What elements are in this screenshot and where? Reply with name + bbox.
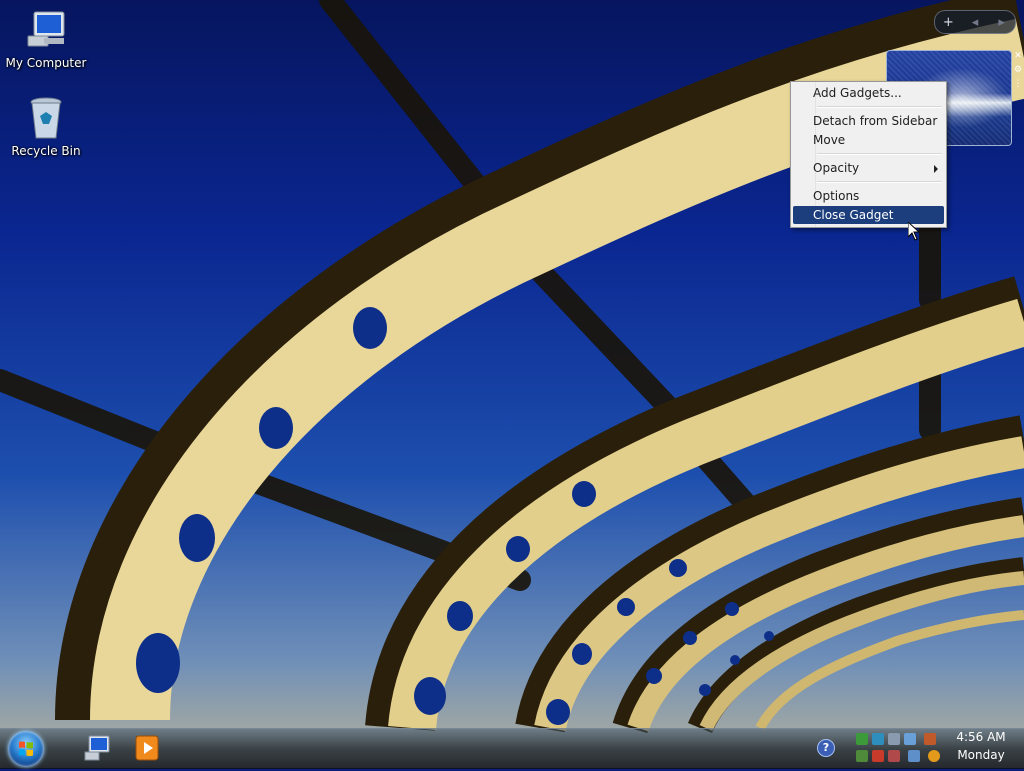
computer-icon[interactable] xyxy=(82,734,112,762)
notification-area xyxy=(850,730,948,766)
menu-separator xyxy=(817,153,942,155)
volume-icon[interactable] xyxy=(888,733,900,745)
mouse-cursor-icon xyxy=(907,220,921,245)
desktop-icon-label: My Computer xyxy=(5,56,87,70)
security-icon[interactable] xyxy=(856,733,868,745)
update-icon[interactable] xyxy=(924,733,936,745)
warning-icon[interactable] xyxy=(872,750,884,762)
menu-separator xyxy=(817,181,942,183)
desktop-icon-recycle-bin[interactable]: Recycle Bin xyxy=(0,94,94,158)
windows-logo-icon xyxy=(19,741,33,756)
menu-item-opacity[interactable]: Opacity xyxy=(793,159,944,177)
drag-handle-icon[interactable]: ⋮ xyxy=(1014,78,1023,90)
display-icon[interactable] xyxy=(904,733,916,745)
power-icon[interactable] xyxy=(888,750,900,762)
close-icon[interactable]: ✕ xyxy=(1014,50,1022,62)
submenu-arrow-icon xyxy=(934,165,938,173)
search-icon[interactable] xyxy=(928,750,940,762)
recycle-bin-icon xyxy=(22,94,70,142)
network-icon[interactable] xyxy=(872,733,884,745)
monitor-icon[interactable] xyxy=(908,750,920,762)
menu-item-options[interactable]: Options xyxy=(793,187,944,205)
wrench-icon[interactable]: ⚙ xyxy=(1014,64,1022,76)
desktop-icon-label: Recycle Bin xyxy=(11,144,81,158)
gadget-toolbar: ✕ ⚙ ⋮ xyxy=(1013,50,1023,94)
help-icon[interactable]: ? xyxy=(817,739,835,757)
taskbar-clock[interactable]: 4:56 AM Monday xyxy=(948,729,1014,767)
menu-item-add-gadgets[interactable]: Add Gadgets... xyxy=(793,84,944,102)
add-gadget-button[interactable]: + xyxy=(937,15,959,30)
menu-item-detach-from-sidebar[interactable]: Detach from Sidebar xyxy=(793,112,944,130)
menu-separator xyxy=(817,106,942,108)
sidebar-controls: + ◂ ▸ xyxy=(934,10,1016,34)
clock-time: 4:56 AM xyxy=(956,730,1006,744)
clock-day: Monday xyxy=(957,748,1005,762)
next-page-button[interactable]: ▸ xyxy=(991,15,1013,30)
sync-icon[interactable] xyxy=(856,750,868,762)
menu-item-move[interactable]: Move xyxy=(793,131,944,149)
menu-item-label: Opacity xyxy=(813,161,860,175)
quick-launch xyxy=(82,734,162,762)
computer-icon xyxy=(22,6,70,54)
menu-item-close-gadget[interactable]: Close Gadget xyxy=(793,206,944,224)
desktop-icon-my-computer[interactable]: My Computer xyxy=(0,6,94,70)
previous-page-button[interactable]: ◂ xyxy=(964,15,986,30)
gadget-context-menu: Add Gadgets... Detach from Sidebar Move … xyxy=(790,81,947,228)
media-player-icon[interactable] xyxy=(132,734,162,762)
start-button[interactable] xyxy=(8,731,44,767)
